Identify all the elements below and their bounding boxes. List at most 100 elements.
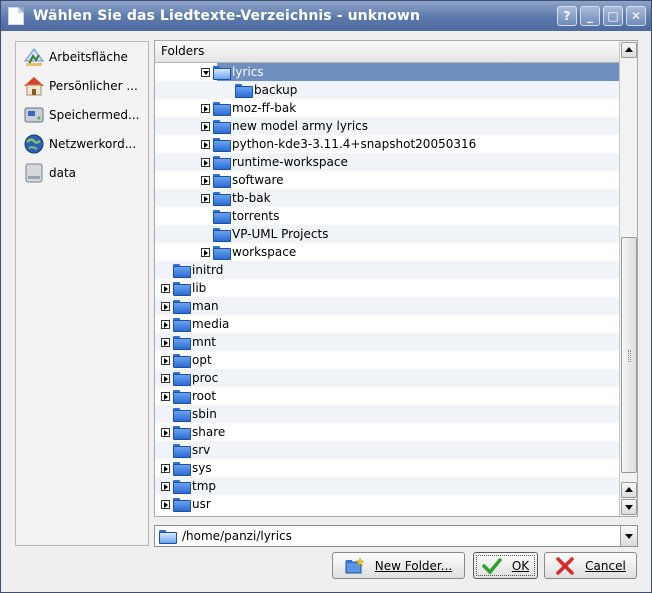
tree-row[interactable]: srv bbox=[155, 441, 620, 459]
folder-icon bbox=[213, 191, 231, 206]
tree-row[interactable]: moz-ff-bak bbox=[155, 99, 620, 117]
tree-row[interactable]: lyrics bbox=[155, 63, 620, 81]
help-button[interactable]: ? bbox=[557, 6, 577, 26]
expand-icon[interactable] bbox=[201, 139, 210, 149]
expand-icon[interactable] bbox=[161, 373, 170, 383]
folder-icon bbox=[173, 461, 191, 476]
folder-icon bbox=[213, 155, 231, 170]
close-button[interactable]: ✕ bbox=[626, 6, 646, 26]
tree-row[interactable]: proc bbox=[155, 369, 620, 387]
tree-row[interactable]: sys bbox=[155, 459, 620, 477]
sidebar-item-network-folder[interactable]: Netzwerkord... bbox=[16, 129, 148, 158]
scroll-up-button[interactable] bbox=[621, 42, 637, 58]
tree-row[interactable]: media bbox=[155, 315, 620, 333]
sidebar-item-data[interactable]: data bbox=[16, 158, 148, 187]
chevron-down-icon[interactable] bbox=[620, 526, 637, 546]
sidebar-item-label: Speichermed... bbox=[49, 107, 140, 122]
sidebar-item-desktop[interactable]: Arbeitsfläche bbox=[16, 42, 148, 71]
tree-row[interactable]: workspace bbox=[155, 243, 620, 261]
sidebar-item-label: Arbeitsfläche bbox=[49, 49, 128, 64]
ok-button[interactable]: OK bbox=[473, 552, 538, 579]
minimize-button[interactable]: _ bbox=[580, 6, 600, 26]
tree-row[interactable]: new model army lyrics bbox=[155, 117, 620, 135]
expand-icon[interactable] bbox=[161, 301, 170, 311]
sidebar-item-home[interactable]: Persönlicher ... bbox=[16, 71, 148, 100]
tree-row[interactable]: tb-bak bbox=[155, 189, 620, 207]
tree-row[interactable]: VP-UML Projects bbox=[155, 225, 620, 243]
path-input[interactable] bbox=[182, 529, 612, 543]
expand-icon[interactable] bbox=[161, 337, 170, 347]
expand-icon[interactable] bbox=[201, 193, 210, 203]
folder-icon bbox=[173, 497, 191, 512]
tree-row[interactable]: lib bbox=[155, 279, 620, 297]
cancel-label: Cancel bbox=[585, 558, 626, 573]
selection-highlight bbox=[217, 63, 620, 81]
tree-row-label: python-kde3-3.11.4+snapshot20050316 bbox=[232, 137, 477, 151]
scrollbar-thumb[interactable] bbox=[621, 237, 637, 473]
path-combobox[interactable] bbox=[154, 525, 638, 547]
tree-row[interactable]: man bbox=[155, 297, 620, 315]
tree-row-label: opt bbox=[192, 353, 212, 367]
tree-row[interactable]: torrents bbox=[155, 207, 620, 225]
vertical-scrollbar[interactable] bbox=[619, 41, 637, 516]
tree-row-label: tmp bbox=[192, 479, 217, 493]
tree-row-label: sbin bbox=[192, 407, 217, 421]
expand-icon[interactable] bbox=[161, 319, 170, 329]
folder-icon bbox=[173, 443, 191, 458]
tree-row[interactable]: mnt bbox=[155, 333, 620, 351]
expand-icon[interactable] bbox=[161, 463, 170, 473]
folder-icon bbox=[213, 137, 231, 152]
maximize-button[interactable]: □ bbox=[603, 6, 623, 26]
document-icon bbox=[8, 7, 24, 25]
tree-row[interactable]: usr bbox=[155, 495, 620, 513]
folder-icon bbox=[213, 245, 231, 260]
tree-row-label: man bbox=[192, 299, 219, 313]
tree-row[interactable]: backup bbox=[155, 81, 620, 99]
tree-row-label: share bbox=[192, 425, 226, 439]
title-bar[interactable]: Wählen Sie das Liedtexte-Verzeichnis - u… bbox=[1, 1, 651, 31]
expand-icon[interactable] bbox=[161, 481, 170, 491]
tree-row[interactable]: software bbox=[155, 171, 620, 189]
folder-tree[interactable]: Folders lyrics backup moz-ff-bak new model … bbox=[154, 40, 638, 517]
expand-icon[interactable] bbox=[161, 355, 170, 365]
tree-row-label: usr bbox=[192, 497, 211, 511]
new-folder-button[interactable]: New Folder... bbox=[332, 552, 465, 579]
tree-row-label: lib bbox=[192, 281, 207, 295]
folder-open-icon bbox=[213, 65, 231, 80]
expand-icon[interactable] bbox=[201, 247, 210, 257]
expand-icon[interactable] bbox=[161, 427, 170, 437]
collapse-icon[interactable] bbox=[201, 67, 210, 77]
tree-row[interactable]: runtime-workspace bbox=[155, 153, 620, 171]
tree-row-label: initrd bbox=[192, 263, 224, 277]
folder-icon bbox=[173, 263, 191, 278]
expand-icon[interactable] bbox=[161, 499, 170, 509]
folder-icon bbox=[173, 389, 191, 404]
new-folder-icon bbox=[345, 556, 365, 575]
tree-row[interactable]: share bbox=[155, 423, 620, 441]
tree-row[interactable]: root bbox=[155, 387, 620, 405]
scroll-down-button[interactable] bbox=[621, 499, 637, 515]
expand-icon[interactable] bbox=[201, 175, 210, 185]
tree-row[interactable]: sbin bbox=[155, 405, 620, 423]
tree-row[interactable]: tmp bbox=[155, 477, 620, 495]
expand-icon[interactable] bbox=[201, 157, 210, 167]
tree-row[interactable]: python-kde3-3.11.4+snapshot20050316 bbox=[155, 135, 620, 153]
tree-row[interactable]: initrd bbox=[155, 261, 620, 279]
expand-icon[interactable] bbox=[201, 103, 210, 113]
ok-label: OK bbox=[511, 558, 530, 573]
expand-icon[interactable] bbox=[161, 391, 170, 401]
new-folder-label: New Folder... bbox=[374, 558, 453, 573]
scroll-up-button-bottom[interactable] bbox=[621, 482, 637, 498]
expand-icon[interactable] bbox=[161, 283, 170, 293]
tree-row-label: lyrics bbox=[232, 65, 264, 79]
folder-icon bbox=[173, 335, 191, 350]
sidebar-item-storage-media[interactable]: Speichermed... bbox=[16, 100, 148, 129]
tree-row[interactable]: opt bbox=[155, 351, 620, 369]
places-sidebar: Arbeitsfläche Persönlicher ... Speicherm… bbox=[15, 41, 149, 546]
tree-row-label: VP-UML Projects bbox=[232, 227, 329, 241]
folder-icon bbox=[159, 529, 177, 544]
folder-icon bbox=[173, 353, 191, 368]
expand-icon[interactable] bbox=[201, 121, 210, 131]
folder-icon bbox=[173, 317, 191, 332]
cancel-button[interactable]: Cancel bbox=[544, 552, 637, 579]
